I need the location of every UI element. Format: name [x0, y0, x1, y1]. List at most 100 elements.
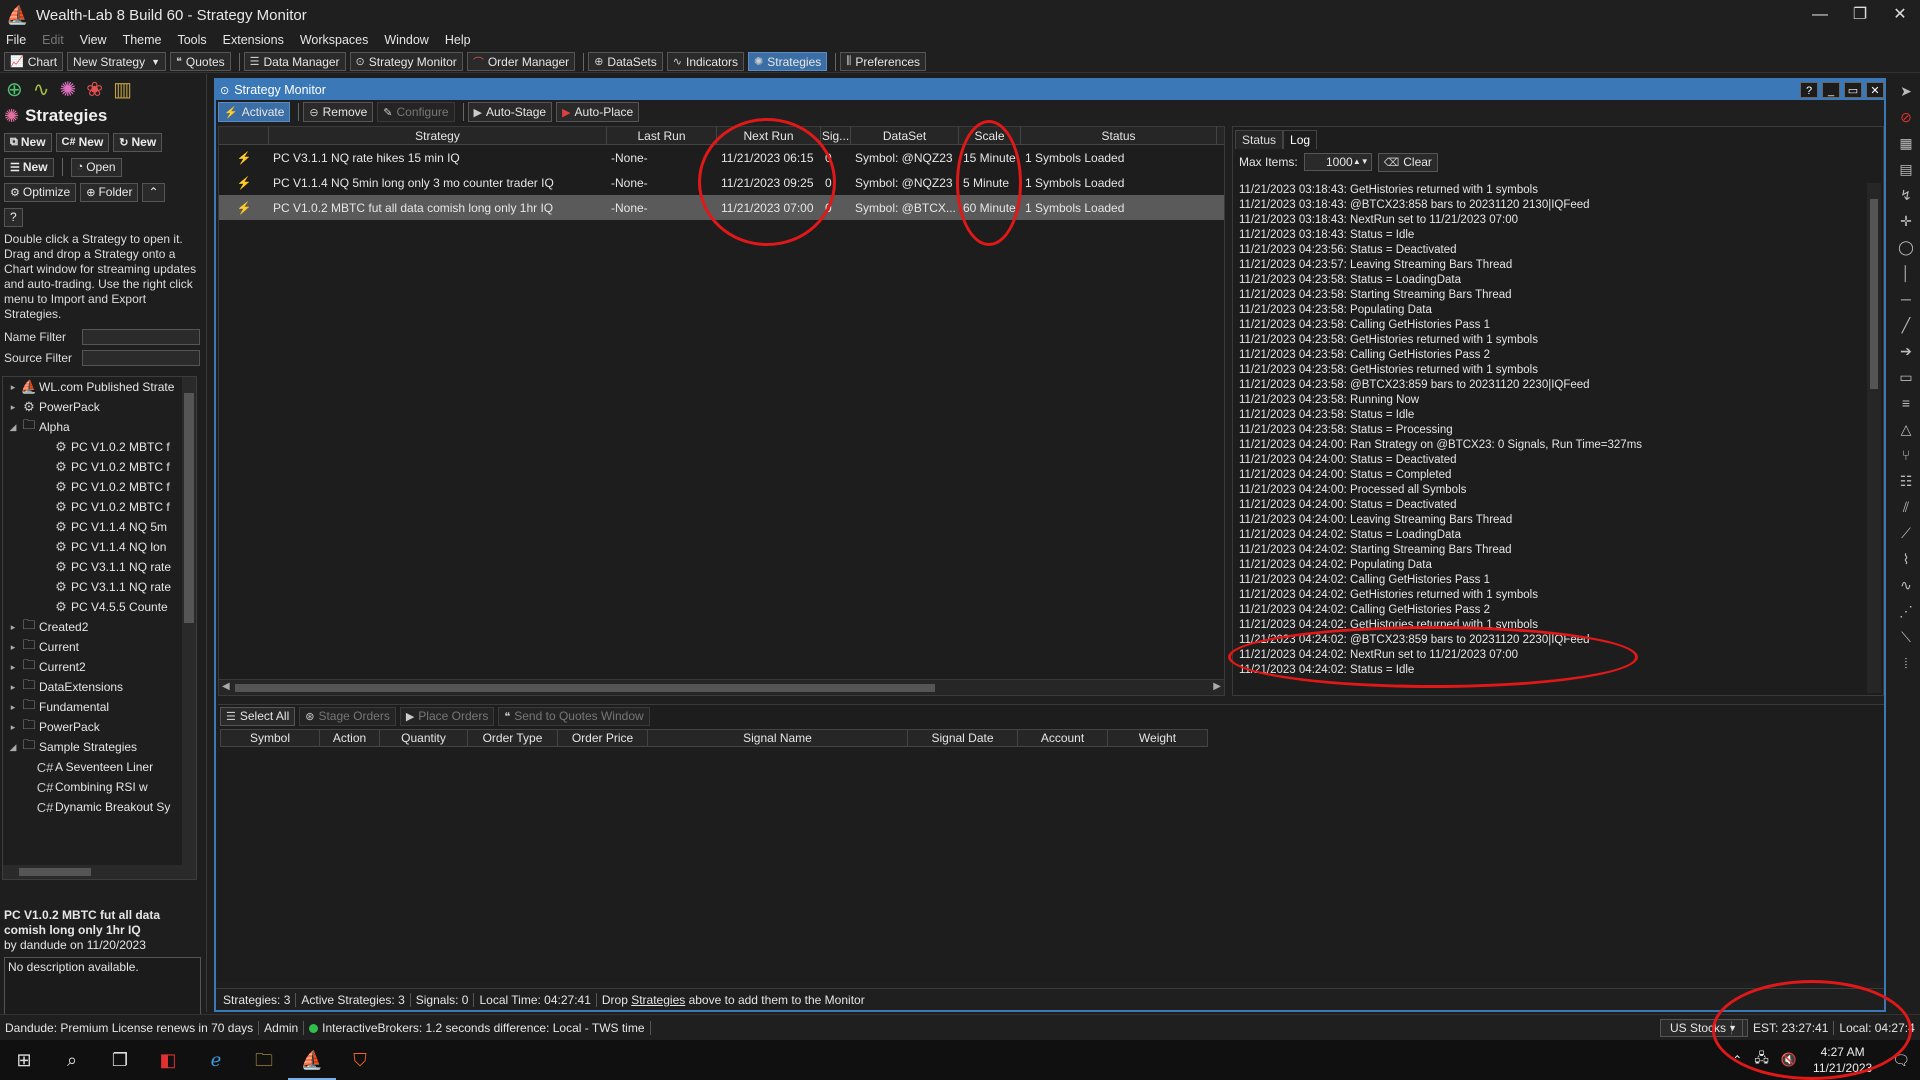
menu-edit[interactable]: Edit [42, 33, 64, 47]
expand-arrow-icon[interactable]: ▸ [7, 662, 19, 673]
column-header-quantity[interactable]: Quantity [380, 729, 468, 747]
table-row[interactable]: ⚡ PC V1.1.4 NQ 5min long only 3 mo counte… [219, 170, 1224, 195]
scroll-right-icon[interactable]: ▶ [1213, 681, 1221, 692]
preferences-button[interactable]: ⫼ Preferences [840, 52, 927, 71]
menu-window[interactable]: Window [384, 33, 428, 47]
strategies-link[interactable]: Strategies [631, 993, 685, 1007]
collapse-button[interactable]: ⌃ [142, 182, 165, 202]
configure-button[interactable]: ✎ Configure [377, 102, 455, 122]
folder-button[interactable]: ⊕ Folder [80, 182, 139, 202]
cycle-tool-icon[interactable]: ⦙ [1892, 650, 1920, 676]
windows-start-icon[interactable]: ⊞ [0, 1040, 48, 1080]
taskbar-clock[interactable]: 4:27 AM 11/21/2023 [1803, 1044, 1882, 1076]
new-strategy-button[interactable]: ☰ New [4, 157, 54, 177]
minimize-icon[interactable]: _ [1822, 82, 1840, 98]
menu-extensions[interactable]: Extensions [223, 33, 284, 47]
column-header-next-run[interactable]: Next Run [717, 127, 821, 144]
tree-item[interactable]: ⚙ PC V4.5.5 Counte [3, 597, 196, 617]
new-blocks-strategy-button[interactable]: ⧉ New [4, 132, 52, 152]
expand-arrow-icon[interactable]: ◢ [7, 742, 19, 753]
globe-icon[interactable]: ⊕ [6, 77, 23, 102]
market-select[interactable]: US Stocks ▼ [1660, 1019, 1748, 1037]
volume-muted-icon[interactable]: 🔇 [1781, 1052, 1797, 1068]
task-view-icon[interactable]: ❐ [96, 1040, 144, 1080]
maximize-icon[interactable]: ▭ [1844, 82, 1862, 98]
help-icon[interactable]: ? [1800, 82, 1818, 98]
expand-arrow-icon[interactable]: ◢ [7, 422, 19, 433]
channel-tool-icon[interactable]: ⫽ [1892, 494, 1920, 520]
edge-browser-icon[interactable]: ℯ [192, 1040, 240, 1080]
menu-file[interactable]: File [6, 33, 26, 47]
activate-button[interactable]: ⚡ Activate [218, 102, 291, 122]
brave-browser-icon[interactable]: ⛉ [336, 1040, 384, 1080]
column-header-dataset[interactable]: DataSet [851, 127, 959, 144]
tree-item[interactable]: ⚙ PC V1.0.2 MBTC f [3, 457, 196, 477]
crosshair-tool-icon[interactable]: ✛ [1892, 208, 1920, 234]
place-orders-button[interactable]: ▶ Place Orders [399, 706, 495, 726]
regression-tool-icon[interactable]: ⟍ [1892, 624, 1920, 650]
order-manager-button[interactable]: ⌒ Order Manager [466, 52, 576, 71]
close-icon[interactable]: ✕ [1866, 82, 1884, 98]
send-to-quotes-button[interactable]: ❝ Send to Quotes Window [498, 706, 650, 726]
close-icon[interactable]: ✕ [1880, 0, 1920, 30]
tree-item[interactable]: C# A Seventeen Liner [3, 757, 196, 777]
column-header-action[interactable]: Action [320, 729, 380, 747]
menu-view[interactable]: View [80, 33, 107, 47]
tree-item[interactable]: ▸ 🗀 PowerPack [3, 717, 196, 737]
magnet-tool-icon[interactable]: ↯ [1892, 182, 1920, 208]
tree-item[interactable]: ⚙ PC V1.0.2 MBTC f [3, 437, 196, 457]
auto-stage-button[interactable]: ▶ Auto-Stage [467, 102, 553, 122]
vertical-line-tool-icon[interactable]: │ [1892, 260, 1920, 286]
column-header-status[interactable]: Status [1021, 127, 1217, 144]
table-row[interactable]: ⚡ PC V1.0.2 MBTC fut all data comish long… [219, 195, 1224, 220]
no-entry-icon[interactable]: ⊘ [1892, 104, 1920, 130]
expand-arrow-icon[interactable]: ▸ [7, 682, 19, 693]
chart-button[interactable]: 📈 Chart [4, 52, 64, 71]
column-header-account[interactable]: Account [1018, 729, 1108, 747]
panel-tool-icon[interactable]: ▤ [1892, 156, 1920, 182]
speed-lines-tool-icon[interactable]: ⋰ [1892, 598, 1920, 624]
column-header-order-price[interactable]: Order Price [558, 729, 648, 747]
wave-icon[interactable]: ∿ [33, 77, 50, 102]
fibonacci-tool-icon[interactable]: ☷ [1892, 468, 1920, 494]
optimize-button[interactable]: ⚙ Optimize [4, 182, 77, 202]
minimize-icon[interactable]: — [1800, 0, 1840, 30]
stepper-arrows-icon[interactable]: ▲▼ [1353, 154, 1369, 170]
tree-item[interactable]: ⚙ PC V3.1.1 NQ rate [3, 557, 196, 577]
select-all-button[interactable]: ☰ Select All [220, 706, 296, 726]
grid-tool-icon[interactable]: ▦ [1892, 130, 1920, 156]
gann-tool-icon[interactable]: ⟋ [1892, 520, 1920, 546]
molecule-icon[interactable]: ❀ [86, 77, 103, 102]
app-red-icon[interactable]: ◧ [144, 1040, 192, 1080]
expand-arrow-icon[interactable]: ▸ [7, 642, 19, 653]
pitchfork-tool-icon[interactable]: ⑂ [1892, 442, 1920, 468]
wealth-lab-taskbar-icon[interactable]: ⛵ [288, 1040, 336, 1080]
arrow-tool-icon[interactable]: ➔ [1892, 338, 1920, 364]
tree-item[interactable]: ▸ 🗀 Current2 [3, 657, 196, 677]
tree-vertical-scrollbar[interactable] [182, 377, 196, 879]
strategies-button[interactable]: ✺ Strategies [748, 52, 828, 71]
expand-arrow-icon[interactable]: ▸ [7, 402, 19, 413]
max-items-stepper[interactable]: 1000 ▲▼ [1303, 153, 1372, 171]
auto-place-button[interactable]: ▶ Auto-Place [556, 102, 640, 122]
help-button[interactable]: ? [4, 207, 23, 227]
tab-status[interactable]: Status [1235, 130, 1284, 149]
remove-button[interactable]: ⊖ Remove [303, 102, 374, 122]
menu-tools[interactable]: Tools [177, 33, 206, 47]
expand-arrow-icon[interactable]: ▸ [7, 382, 19, 393]
tree-item[interactable]: ⚙ PC V1.0.2 MBTC f [3, 497, 196, 517]
name-filter-input[interactable] [82, 328, 200, 345]
quotes-button[interactable]: ❝ Quotes [170, 52, 231, 71]
tab-log[interactable]: Log [1283, 130, 1318, 149]
column-header-scale[interactable]: Scale [959, 127, 1021, 144]
rectangle-tool-icon[interactable]: ▭ [1892, 364, 1920, 390]
tree-item[interactable]: C# Dynamic Breakout Sy [3, 797, 196, 817]
tree-item[interactable]: ▸ 🗀 DataExtensions [3, 677, 196, 697]
tree-item[interactable]: ▸ 🗀 Fundamental [3, 697, 196, 717]
tree-item[interactable]: ▸ ⛵ WL.com Published Strate [3, 377, 196, 397]
indicators-button[interactable]: ∿ Indicators [666, 52, 745, 71]
tree-item[interactable]: ▸ ⚙ PowerPack [3, 397, 196, 417]
new-strategy-dropdown[interactable]: New Strategy ▼ [67, 52, 166, 71]
tree-item[interactable]: C# Combining RSI w [3, 777, 196, 797]
tree-item[interactable]: ▸ 🗀 Created2 [3, 617, 196, 637]
